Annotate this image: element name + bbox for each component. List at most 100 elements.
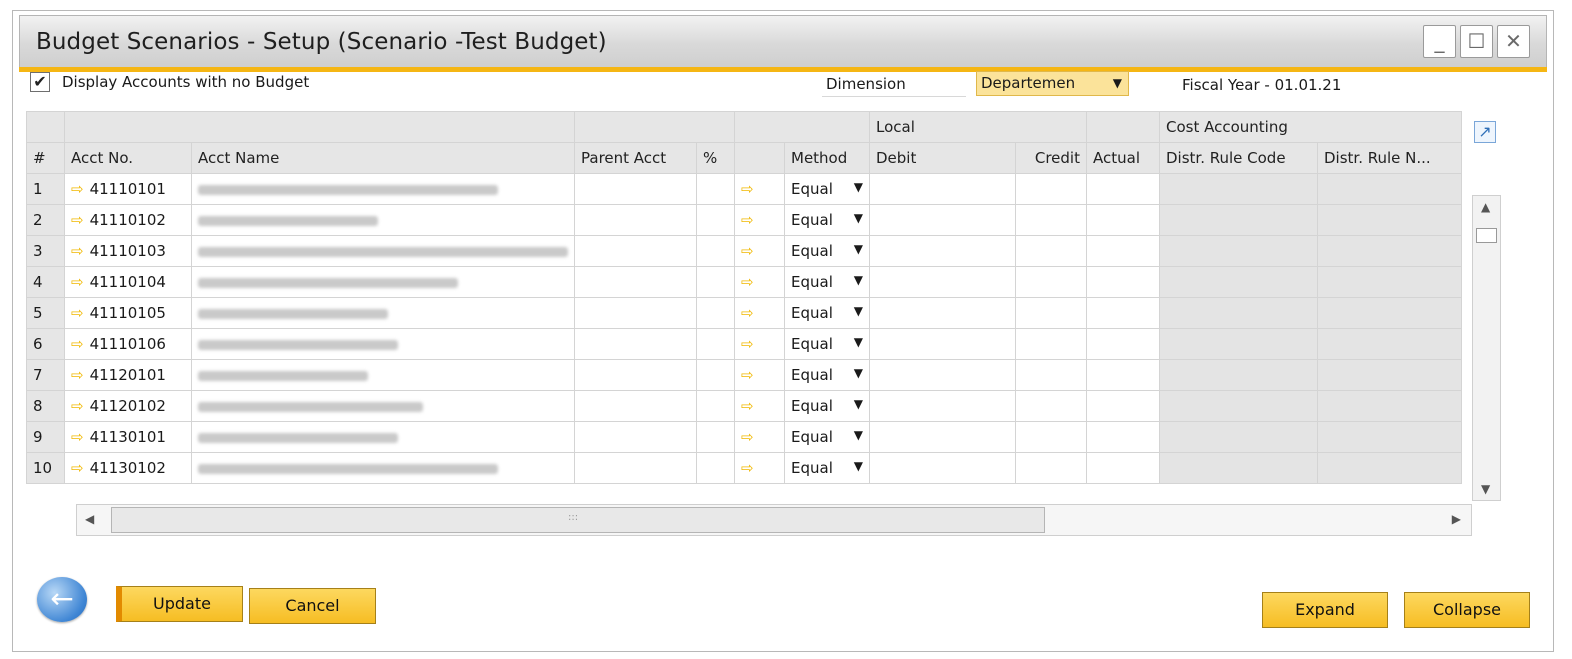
credit-cell[interactable] bbox=[1015, 235, 1087, 267]
col-header-num[interactable]: # bbox=[26, 142, 65, 174]
acct-name-cell[interactable] bbox=[191, 421, 575, 453]
link-cell[interactable]: ⇨ bbox=[734, 390, 785, 422]
acct-no-cell[interactable]: ⇨ 41120102 bbox=[64, 390, 192, 422]
percent-cell[interactable] bbox=[696, 173, 735, 205]
cancel-button[interactable]: Cancel bbox=[249, 588, 376, 624]
link-arrow-icon[interactable]: ⇨ bbox=[741, 304, 754, 322]
actual-cell[interactable] bbox=[1086, 328, 1160, 360]
parent-acct-cell[interactable] bbox=[574, 421, 697, 453]
credit-cell[interactable] bbox=[1015, 173, 1087, 205]
table-row[interactable]: 9 ⇨ 41130101 ⇨ Equal ▼ bbox=[26, 421, 1462, 453]
close-button[interactable]: ✕ bbox=[1497, 25, 1530, 58]
parent-acct-cell[interactable] bbox=[574, 359, 697, 391]
acct-name-cell[interactable] bbox=[191, 235, 575, 267]
debit-cell[interactable] bbox=[869, 328, 1016, 360]
vertical-scroll-thumb[interactable] bbox=[1476, 228, 1497, 243]
acct-no-cell[interactable]: ⇨ 41110101 bbox=[64, 173, 192, 205]
method-dropdown[interactable]: Equal ▼ bbox=[784, 204, 870, 236]
link-arrow-icon[interactable]: ⇨ bbox=[741, 335, 754, 353]
debit-cell[interactable] bbox=[869, 359, 1016, 391]
scroll-down-icon[interactable]: ▼ bbox=[1481, 482, 1490, 496]
col-header-parent-acct[interactable]: Parent Acct bbox=[574, 142, 697, 174]
link-arrow-icon[interactable]: ⇨ bbox=[741, 211, 754, 229]
dimension-dropdown[interactable]: Departemen ▼ bbox=[976, 71, 1129, 96]
link-cell[interactable]: ⇨ bbox=[734, 421, 785, 453]
acct-no-cell[interactable]: ⇨ 41110103 bbox=[64, 235, 192, 267]
acct-name-cell[interactable] bbox=[191, 297, 575, 329]
credit-cell[interactable] bbox=[1015, 452, 1087, 484]
percent-cell[interactable] bbox=[696, 359, 735, 391]
debit-cell[interactable] bbox=[869, 173, 1016, 205]
table-row[interactable]: 3 ⇨ 41110103 ⇨ Equal ▼ bbox=[26, 235, 1462, 267]
link-arrow-icon[interactable]: ⇨ bbox=[741, 180, 754, 198]
link-cell[interactable]: ⇨ bbox=[734, 266, 785, 298]
link-arrow-icon[interactable]: ⇨ bbox=[71, 211, 84, 229]
link-arrow-icon[interactable]: ⇨ bbox=[741, 397, 754, 415]
actual-cell[interactable] bbox=[1086, 452, 1160, 484]
link-arrow-icon[interactable]: ⇨ bbox=[741, 242, 754, 260]
debit-cell[interactable] bbox=[869, 235, 1016, 267]
percent-cell[interactable] bbox=[696, 452, 735, 484]
method-dropdown[interactable]: Equal ▼ bbox=[784, 390, 870, 422]
actual-cell[interactable] bbox=[1086, 204, 1160, 236]
parent-acct-cell[interactable] bbox=[574, 204, 697, 236]
table-row[interactable]: 1 ⇨ 41110101 ⇨ Equal ▼ bbox=[26, 173, 1462, 205]
credit-cell[interactable] bbox=[1015, 204, 1087, 236]
acct-no-cell[interactable]: ⇨ 41110102 bbox=[64, 204, 192, 236]
minimize-button[interactable]: _ bbox=[1423, 25, 1456, 58]
debit-cell[interactable] bbox=[869, 266, 1016, 298]
credit-cell[interactable] bbox=[1015, 266, 1087, 298]
link-arrow-icon[interactable]: ⇨ bbox=[71, 335, 84, 353]
col-header-acct-no[interactable]: Acct No. bbox=[64, 142, 192, 174]
method-dropdown[interactable]: Equal ▼ bbox=[784, 421, 870, 453]
link-cell[interactable]: ⇨ bbox=[734, 204, 785, 236]
parent-acct-cell[interactable] bbox=[574, 328, 697, 360]
acct-no-cell[interactable]: ⇨ 41120101 bbox=[64, 359, 192, 391]
credit-cell[interactable] bbox=[1015, 390, 1087, 422]
debit-cell[interactable] bbox=[869, 452, 1016, 484]
acct-name-cell[interactable] bbox=[191, 204, 575, 236]
credit-cell[interactable] bbox=[1015, 328, 1087, 360]
credit-cell[interactable] bbox=[1015, 297, 1087, 329]
acct-name-cell[interactable] bbox=[191, 390, 575, 422]
link-arrow-icon[interactable]: ⇨ bbox=[71, 273, 84, 291]
debit-cell[interactable] bbox=[869, 297, 1016, 329]
scroll-right-icon[interactable]: ▶ bbox=[1452, 512, 1461, 526]
acct-no-cell[interactable]: ⇨ 41110104 bbox=[64, 266, 192, 298]
parent-acct-cell[interactable] bbox=[574, 266, 697, 298]
link-cell[interactable]: ⇨ bbox=[734, 235, 785, 267]
col-header-actual[interactable]: Actual bbox=[1086, 142, 1160, 174]
debit-cell[interactable] bbox=[869, 421, 1016, 453]
credit-cell[interactable] bbox=[1015, 359, 1087, 391]
expand-grid-icon[interactable]: ↗ bbox=[1474, 121, 1496, 143]
col-header-percent[interactable]: % bbox=[696, 142, 735, 174]
actual-cell[interactable] bbox=[1086, 297, 1160, 329]
debit-cell[interactable] bbox=[869, 204, 1016, 236]
back-arrow-icon[interactable]: ← bbox=[37, 577, 87, 622]
link-cell[interactable]: ⇨ bbox=[734, 359, 785, 391]
horizontal-scroll-thumb[interactable]: ::: bbox=[111, 507, 1045, 533]
actual-cell[interactable] bbox=[1086, 421, 1160, 453]
link-cell[interactable]: ⇨ bbox=[734, 297, 785, 329]
table-row[interactable]: 7 ⇨ 41120101 ⇨ Equal ▼ bbox=[26, 359, 1462, 391]
table-row[interactable]: 8 ⇨ 41120102 ⇨ Equal ▼ bbox=[26, 390, 1462, 422]
actual-cell[interactable] bbox=[1086, 173, 1160, 205]
actual-cell[interactable] bbox=[1086, 390, 1160, 422]
method-dropdown[interactable]: Equal ▼ bbox=[784, 359, 870, 391]
link-arrow-icon[interactable]: ⇨ bbox=[741, 366, 754, 384]
link-arrow-icon[interactable]: ⇨ bbox=[71, 242, 84, 260]
vertical-scrollbar[interactable]: ▲ ▼ bbox=[1472, 195, 1501, 501]
percent-cell[interactable] bbox=[696, 328, 735, 360]
parent-acct-cell[interactable] bbox=[574, 173, 697, 205]
percent-cell[interactable] bbox=[696, 297, 735, 329]
parent-acct-cell[interactable] bbox=[574, 452, 697, 484]
percent-cell[interactable] bbox=[696, 390, 735, 422]
col-header-distr-rule-name[interactable]: Distr. Rule N... bbox=[1317, 142, 1462, 174]
acct-name-cell[interactable] bbox=[191, 266, 575, 298]
actual-cell[interactable] bbox=[1086, 235, 1160, 267]
col-header-debit[interactable]: Debit bbox=[869, 142, 1016, 174]
link-arrow-icon[interactable]: ⇨ bbox=[741, 273, 754, 291]
col-header-credit[interactable]: Credit bbox=[1015, 142, 1087, 174]
percent-cell[interactable] bbox=[696, 235, 735, 267]
actual-cell[interactable] bbox=[1086, 359, 1160, 391]
